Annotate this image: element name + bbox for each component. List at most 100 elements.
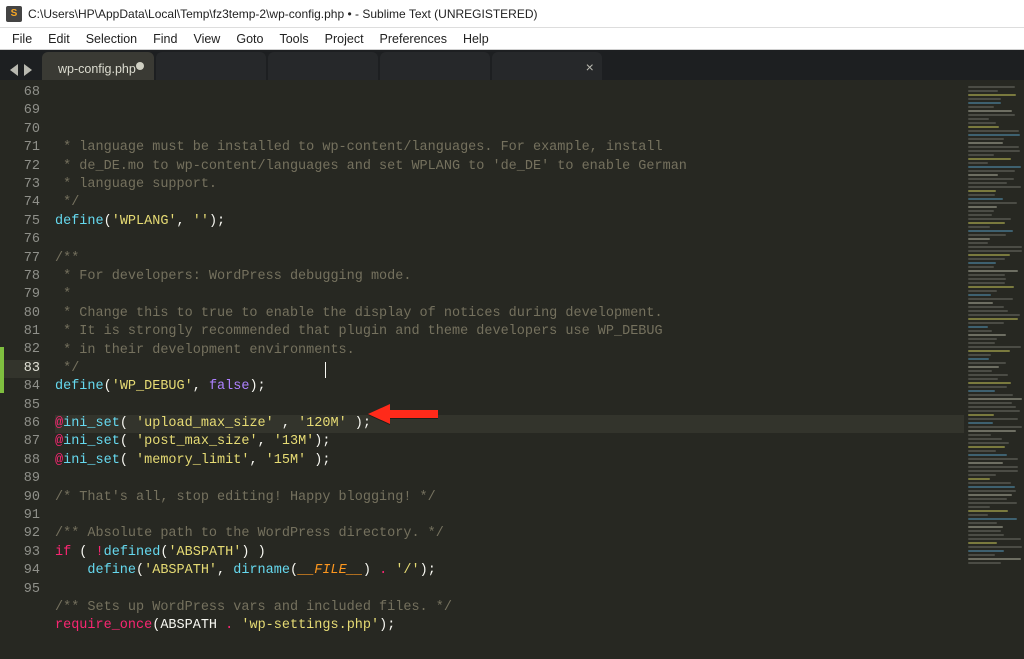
code-line[interactable]: @ini_set( 'memory_limit', '15M' ); [55, 452, 964, 470]
code-line[interactable]: if ( !defined('ABSPATH') ) [55, 544, 964, 562]
minimap-line [968, 406, 1016, 408]
minimap-line [968, 474, 996, 476]
minimap-line [968, 126, 999, 128]
code-line[interactable] [55, 470, 964, 488]
minimap-line [968, 418, 1018, 420]
code-area[interactable]: * language must be installed to wp-conte… [50, 80, 964, 659]
line-number: 91 [0, 507, 40, 525]
minimap-line [968, 146, 1019, 148]
code-line[interactable]: @ini_set( 'upload_max_size' , '120M' ); [55, 415, 964, 433]
menu-selection[interactable]: Selection [78, 30, 145, 48]
line-number: 76 [0, 231, 40, 249]
code-line[interactable]: * [55, 286, 964, 304]
code-line[interactable]: * It is strongly recommended that plugin… [55, 323, 964, 341]
code-line[interactable]: define('WP_DEBUG', false); [55, 378, 964, 396]
code-line[interactable]: /** Absolute path to the WordPress direc… [55, 525, 964, 543]
tab-unknown-2[interactable] [268, 52, 378, 80]
code-line[interactable]: define('ABSPATH', dirname(__FILE__) . '/… [55, 562, 964, 580]
annotation-arrow-icon [368, 400, 438, 433]
minimap-line [968, 378, 998, 380]
minimap-line [968, 346, 1021, 348]
menu-view[interactable]: View [185, 30, 228, 48]
line-number: 89 [0, 470, 40, 488]
minimap-line [968, 98, 1001, 100]
line-number: 88 [0, 452, 40, 470]
minimap-line [968, 318, 1018, 320]
menu-goto[interactable]: Goto [228, 30, 271, 48]
code-line[interactable]: /** [55, 250, 964, 268]
menu-project[interactable]: Project [317, 30, 372, 48]
menu-file[interactable]: File [4, 30, 40, 48]
code-line[interactable] [55, 636, 964, 654]
minimap-line [968, 362, 1006, 364]
menu-preferences[interactable]: Preferences [372, 30, 455, 48]
close-icon[interactable]: × [586, 59, 594, 75]
tab-unknown-1[interactable] [156, 52, 266, 80]
code-line[interactable]: */ [55, 360, 964, 378]
code-line[interactable]: * de_DE.mo to wp-content/languages and s… [55, 158, 964, 176]
minimap-line [968, 282, 1005, 284]
line-number: 79 [0, 286, 40, 304]
minimap-line [968, 258, 1005, 260]
code-line[interactable]: * in their development environments. [55, 342, 964, 360]
minimap-line [968, 174, 998, 176]
minimap-line [968, 302, 993, 304]
nav-forward-icon[interactable] [24, 64, 32, 76]
line-number: 92 [0, 525, 40, 543]
code-line[interactable]: */ [55, 194, 964, 212]
minimap-line [968, 122, 996, 124]
line-number: 80 [0, 305, 40, 323]
line-number-gutter[interactable]: 6869707172737475767778798081828384858687… [0, 80, 50, 659]
minimap[interactable] [964, 80, 1024, 659]
tab-nav-arrows [0, 64, 38, 80]
minimap-line [968, 314, 1020, 316]
minimap-line [968, 534, 1004, 536]
tab-wp-config[interactable]: wp-config.php [42, 52, 154, 80]
editor: 6869707172737475767778798081828384858687… [0, 80, 1024, 659]
code-line[interactable]: * language must be installed to wp-conte… [55, 139, 964, 157]
nav-back-icon[interactable] [10, 64, 18, 76]
minimap-line [968, 498, 1007, 500]
code-line[interactable] [55, 507, 964, 525]
minimap-line [968, 102, 1001, 104]
tab-unknown-4[interactable]: × [492, 52, 602, 80]
code-line[interactable]: define('WPLANG', ''); [55, 213, 964, 231]
code-line[interactable] [55, 231, 964, 249]
menu-help[interactable]: Help [455, 30, 497, 48]
menu-tools[interactable]: Tools [271, 30, 316, 48]
minimap-line [968, 198, 1003, 200]
minimap-line [968, 334, 1006, 336]
minimap-line [968, 542, 997, 544]
menu-edit[interactable]: Edit [40, 30, 78, 48]
minimap-line [968, 530, 1001, 532]
code-line[interactable]: /** Sets up WordPress vars and included … [55, 599, 964, 617]
text-caret [325, 362, 326, 378]
code-line[interactable]: require_once(ABSPATH . 'wp-settings.php'… [55, 617, 964, 635]
minimap-line [968, 214, 992, 216]
window-title-bar: S C:\Users\HP\AppData\Local\Temp\fz3temp… [0, 0, 1024, 28]
minimap-line [968, 186, 1021, 188]
code-line[interactable]: * Change this to true to enable the disp… [55, 305, 964, 323]
line-number: 73 [0, 176, 40, 194]
code-line[interactable] [55, 397, 964, 415]
code-line[interactable]: * For developers: WordPress debugging mo… [55, 268, 964, 286]
minimap-line [968, 290, 997, 292]
line-number: 70 [0, 121, 40, 139]
line-number: 82 [0, 341, 40, 359]
minimap-line [968, 330, 992, 332]
tab-unknown-3[interactable] [380, 52, 490, 80]
minimap-line [968, 226, 990, 228]
minimap-line [968, 470, 1018, 472]
code-line[interactable] [55, 581, 964, 599]
minimap-line [968, 86, 1015, 88]
code-line[interactable]: /* That's all, stop editing! Happy blogg… [55, 489, 964, 507]
minimap-line [968, 554, 995, 556]
menu-find[interactable]: Find [145, 30, 185, 48]
code-line[interactable]: * language support. [55, 176, 964, 194]
minimap-line [968, 546, 1022, 548]
line-number: 85 [0, 397, 40, 415]
minimap-line [968, 206, 997, 208]
line-number: 71 [0, 139, 40, 157]
code-line[interactable]: @ini_set( 'post_max_size', '13M'); [55, 433, 964, 451]
line-number: 81 [0, 323, 40, 341]
